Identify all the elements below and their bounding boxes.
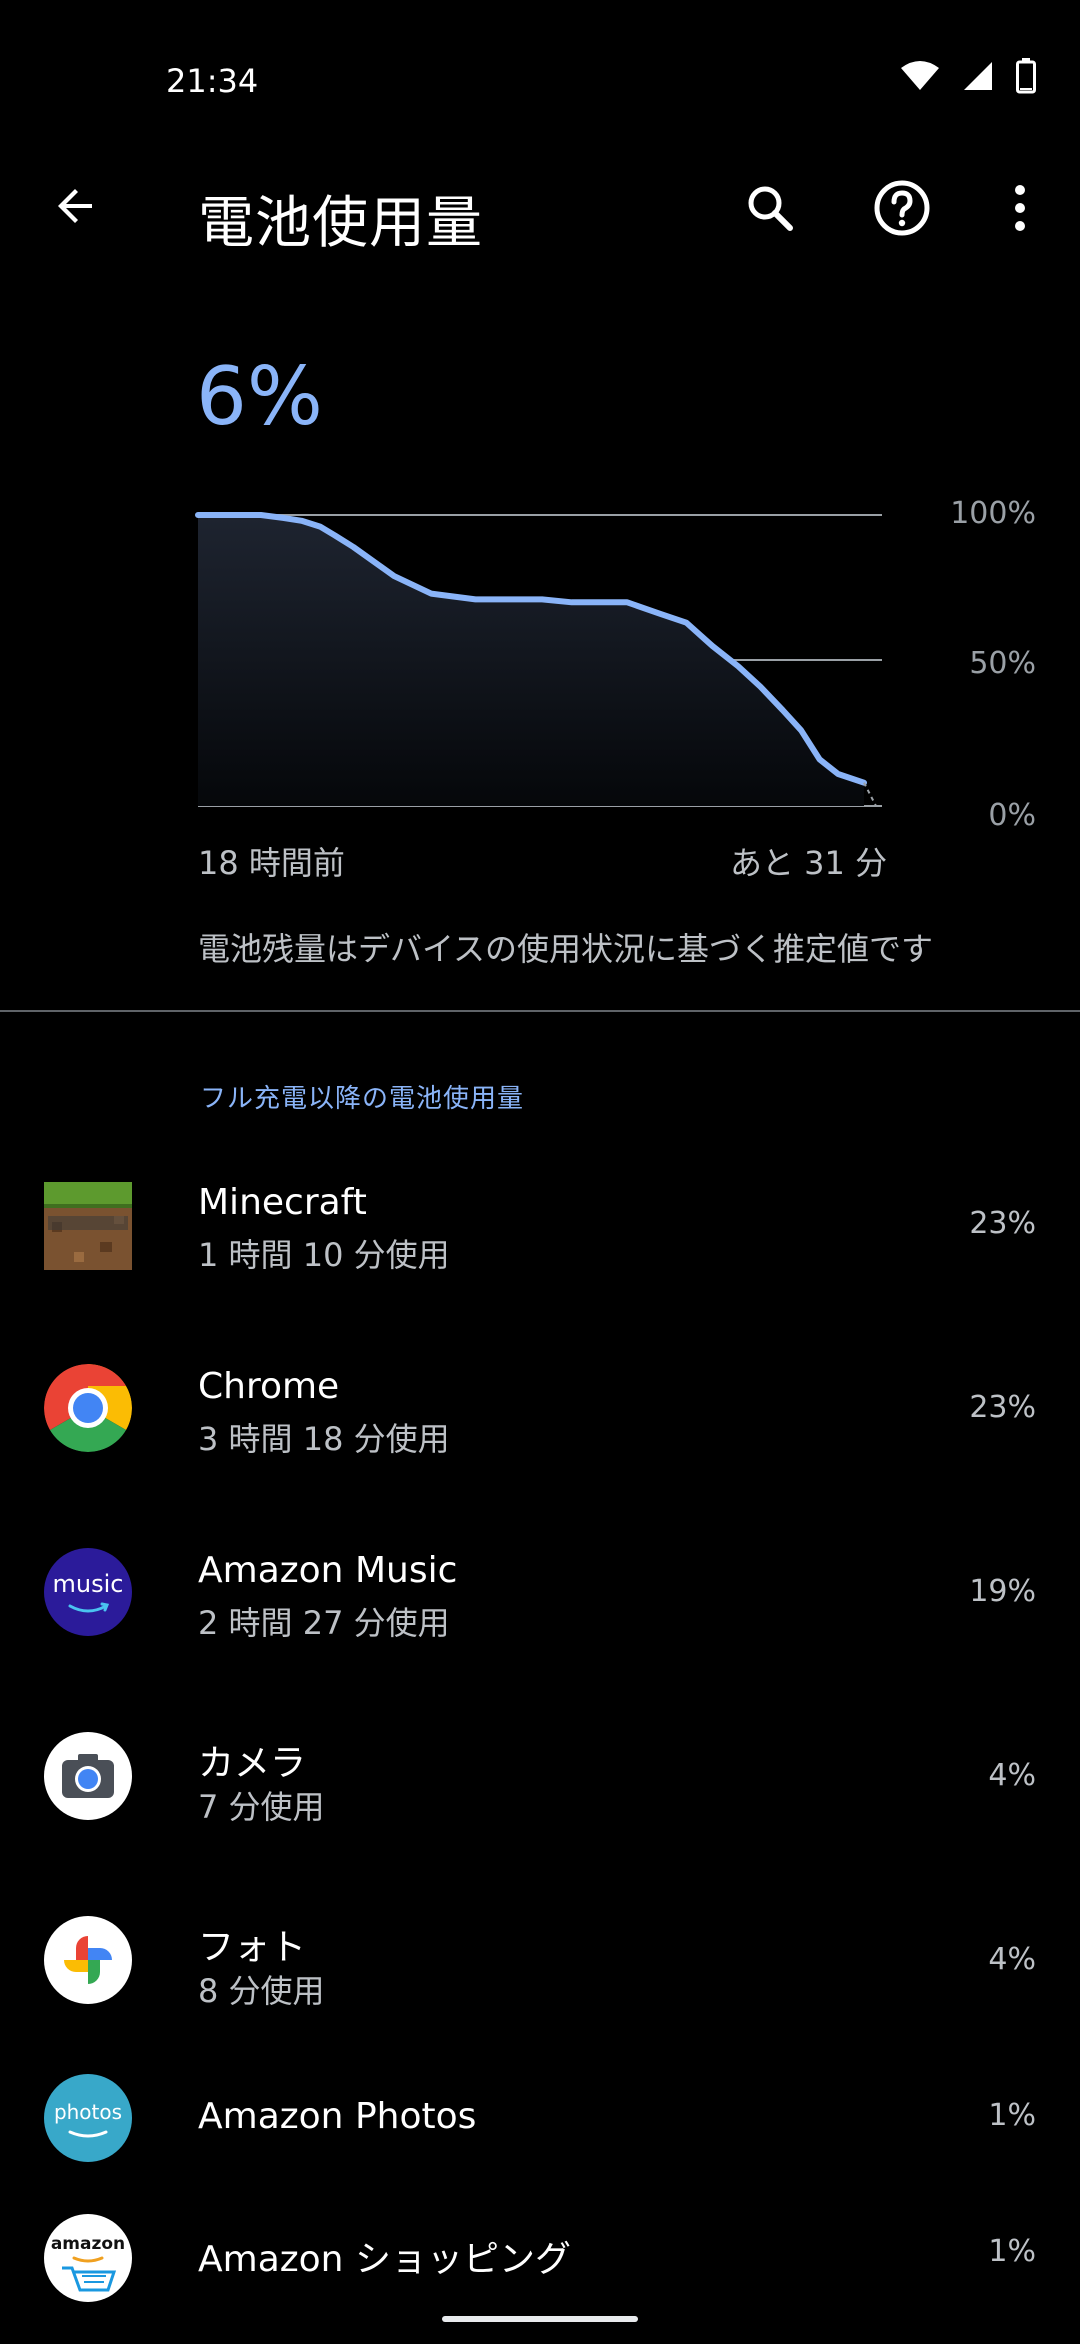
battery-chart [195, 512, 882, 807]
wifi-icon [901, 61, 939, 90]
amazon-photos-icon: photos [44, 2074, 132, 2162]
section-header: フル充電以降の電池使用量 [200, 1084, 525, 1114]
amazon-music-icon: music [44, 1548, 132, 1636]
camera-icon [44, 1732, 132, 1820]
app-percent: 1% [988, 2098, 1036, 2133]
app-percent: 1% [988, 2234, 1036, 2269]
amazon-shopping-icon: amazon [44, 2214, 132, 2302]
app-percent: 4% [988, 1942, 1036, 1977]
app-percent: 23% [969, 1390, 1036, 1425]
search-button[interactable] [736, 174, 804, 242]
app-name: Amazon Photos [198, 2096, 477, 2137]
app-name: Amazon Music [198, 1550, 458, 1591]
y-tick-label-100: 100% [950, 496, 1036, 531]
app-percent: 23% [969, 1206, 1036, 1241]
search-icon [748, 186, 793, 231]
battery-icon [1016, 58, 1036, 94]
estimate-note: 電池残量はデバイスの使用状況に基づく推定値です [198, 930, 934, 968]
minecraft-icon [44, 1182, 132, 1270]
x-axis-end-label: あと 31 分 [730, 844, 888, 882]
app-usage: 2 時間 27 分使用 [198, 1604, 450, 1642]
arrow-back-icon [58, 189, 92, 223]
app-row-minecraft[interactable]: Minecraft 1 時間 10 分使用 23% [0, 1146, 1080, 1306]
app-percent: 4% [988, 1758, 1036, 1793]
photos-icon [44, 1916, 132, 2004]
chrome-icon [44, 1364, 132, 1452]
projection-line [863, 782, 877, 807]
y-tick-label-50: 50% [969, 646, 1036, 681]
status-icons [900, 58, 1036, 94]
divider [0, 1010, 1080, 1012]
y-tick-label-0: 0% [988, 798, 1036, 833]
home-indicator[interactable] [442, 2316, 638, 2322]
app-row-amazon-music[interactable]: music Amazon Music 2 時間 27 分使用 19% [0, 1514, 1080, 1674]
app-name: フォト [198, 1927, 307, 1968]
app-usage: 8 分使用 [198, 1972, 325, 2010]
app-name: Minecraft [198, 1182, 367, 1223]
app-usage: 1 時間 10 分使用 [198, 1236, 450, 1274]
battery-level: 6% [196, 350, 323, 443]
app-percent: 19% [969, 1574, 1036, 1609]
more-options-button[interactable] [986, 174, 1054, 242]
help-icon [874, 180, 930, 236]
status-time: 21:34 [166, 62, 259, 100]
app-row-camera[interactable]: カメラ 7 分使用 4% [0, 1698, 1080, 1858]
app-name: カメラ [198, 1743, 307, 1784]
app-row-chrome[interactable]: Chrome 3 時間 18 分使用 23% [0, 1330, 1080, 1490]
help-button[interactable] [868, 174, 936, 242]
app-row-amazon-photos[interactable]: photos Amazon Photos 1% [0, 2044, 1080, 2204]
app-usage: 3 時間 18 分使用 [198, 1420, 450, 1458]
app-usage: 7 分使用 [198, 1788, 325, 1826]
back-button[interactable] [44, 174, 108, 238]
app-row-photos[interactable]: フォト 8 分使用 4% [0, 1882, 1080, 2042]
page-title: 電池使用量 [198, 191, 483, 256]
signal-icon [964, 62, 992, 90]
app-name: Amazon ショッピング [198, 2239, 571, 2280]
app-name: Chrome [198, 1366, 340, 1407]
more-vert-icon [1015, 185, 1025, 231]
x-axis-start-label: 18 時間前 [198, 844, 345, 882]
